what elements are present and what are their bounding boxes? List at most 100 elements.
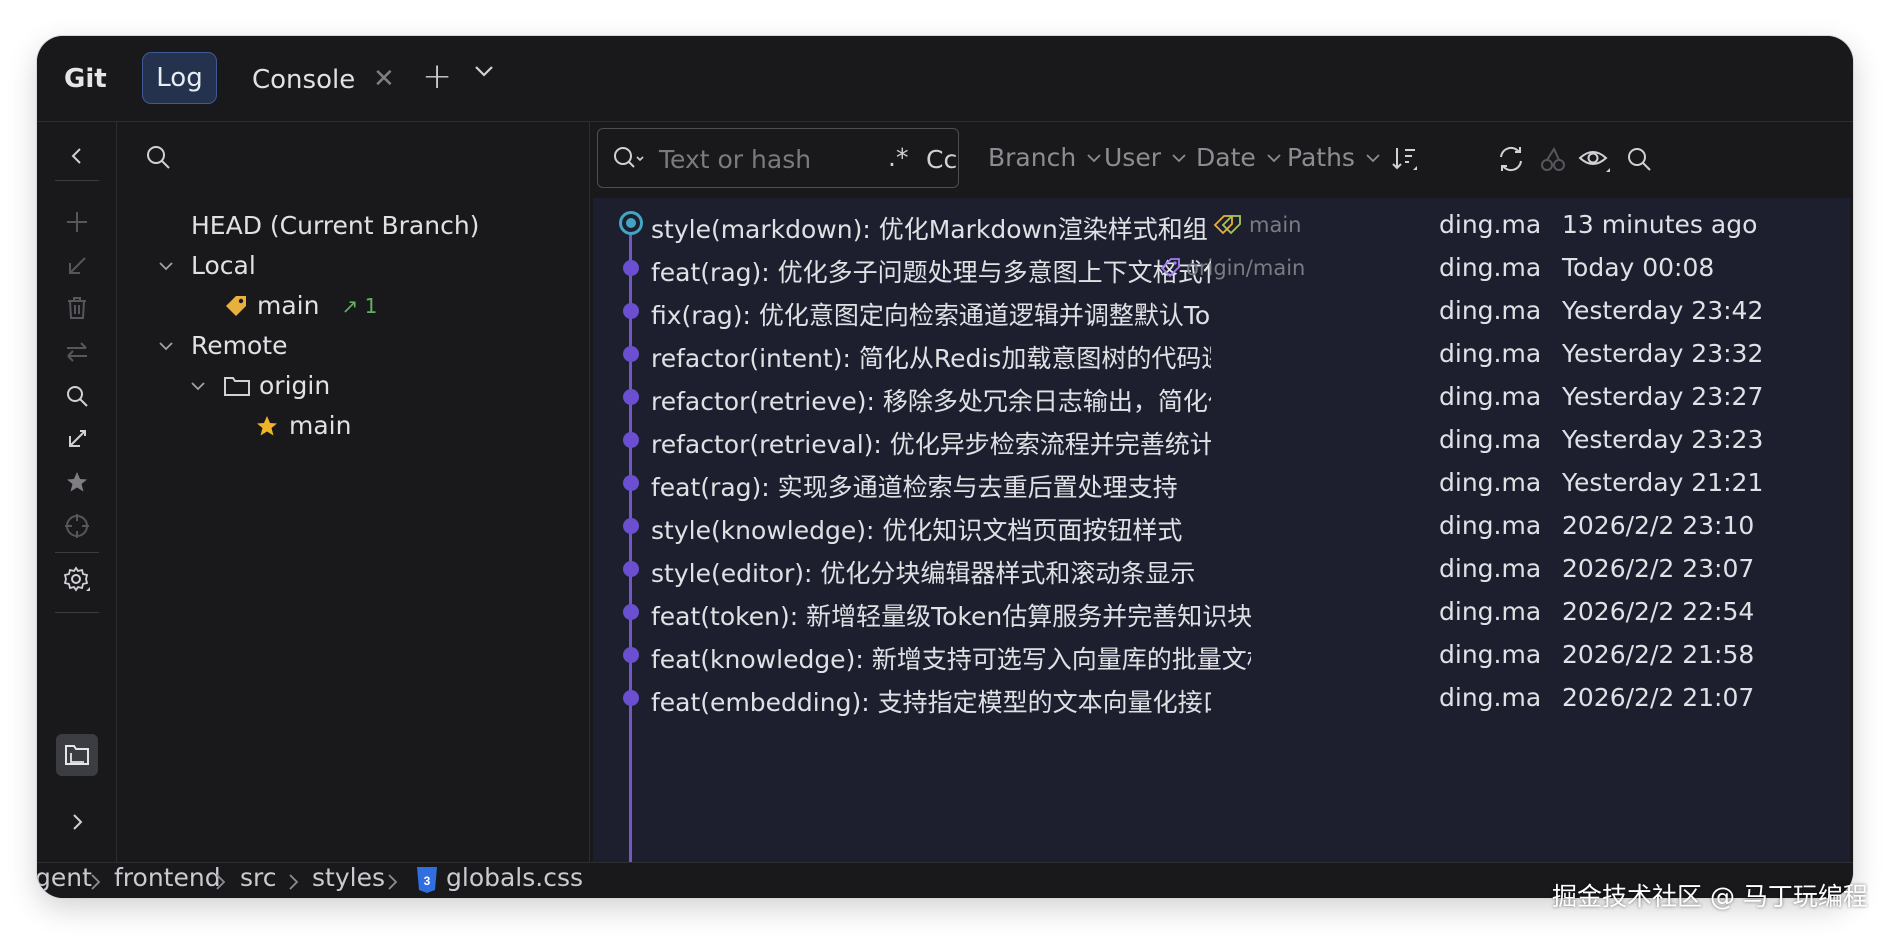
folder-tree-icon[interactable]	[63, 741, 91, 769]
commit-log-panel: Text or hash .* Cc Branch User Date Path…	[590, 122, 1853, 862]
commit-node	[623, 475, 639, 491]
breadcrumb-src[interactable]: src	[240, 863, 277, 892]
commit-date: 2026/2/2 22:54	[1562, 597, 1755, 626]
update-icon[interactable]	[63, 252, 91, 280]
regex-toggle[interactable]: .*	[888, 143, 908, 172]
breadcrumb-file[interactable]: globals.css	[446, 863, 583, 892]
star-icon[interactable]	[63, 468, 91, 496]
commit-node	[623, 346, 639, 362]
commit-date: Yesterday 23:27	[1562, 382, 1764, 411]
breadcrumb-project[interactable]: gent	[37, 863, 92, 892]
match-case-toggle[interactable]: Cc	[926, 145, 957, 174]
commit-author: ding.ma	[1439, 597, 1542, 626]
svg-text:3: 3	[424, 874, 431, 888]
commit-author: ding.ma	[1439, 253, 1542, 282]
chevron-right-icon	[386, 869, 400, 898]
css-file-icon: 3	[415, 866, 439, 898]
compare-icon[interactable]	[63, 338, 91, 366]
collapse-left-icon[interactable]	[63, 142, 91, 170]
chevron-down-icon	[1266, 150, 1282, 166]
commit-message: fix(rag): 优化意图定向检索通道逻辑并调整默认TopK值	[651, 301, 1211, 330]
branch-filter-label: Branch	[988, 143, 1077, 172]
tree-item-remote[interactable]: Remote	[157, 331, 287, 360]
date-filter[interactable]: Date	[1196, 143, 1282, 172]
commit-date: Today 00:08	[1562, 253, 1715, 282]
commit-date: 2026/2/2 23:10	[1562, 511, 1755, 540]
commit-date: 2026/2/2 21:07	[1562, 683, 1755, 712]
commit-message: style(knowledge): 优化知识文档页面按钮样式	[651, 516, 1183, 545]
chevron-right-icon	[89, 869, 103, 898]
remote-label: Remote	[191, 331, 288, 360]
tag-icon	[1213, 214, 1245, 236]
ahead-count: 1	[364, 293, 378, 318]
tree-item-local-main[interactable]: main ↗ 1	[223, 291, 377, 320]
left-toolbar	[37, 122, 117, 862]
commit-message: feat(embedding): 支持指定模型的文本向量化接口	[651, 688, 1211, 717]
new-branch-icon[interactable]	[63, 208, 91, 236]
branches-panel: HEAD (Current Branch) Local main ↗ 1 Rem…	[117, 122, 590, 862]
gear-icon[interactable]	[63, 566, 91, 594]
ref-name: main	[1249, 213, 1302, 237]
commit-date: Yesterday 21:21	[1562, 468, 1764, 497]
commit-author: ding.ma	[1439, 640, 1542, 669]
paths-filter[interactable]: Paths	[1287, 143, 1381, 172]
tree-item-local[interactable]: Local	[157, 251, 256, 280]
commit-message: style(markdown): 优化Markdown渲染样式和组件交互体验	[651, 215, 1207, 244]
chevron-right-icon	[214, 869, 228, 898]
plus-icon[interactable]: +	[422, 56, 452, 97]
commit-node	[623, 260, 639, 276]
tree-item-remote-main[interactable]: main	[255, 411, 351, 440]
folder-icon	[223, 374, 251, 398]
commit-author: ding.ma	[1439, 511, 1542, 540]
log-search-input[interactable]: Text or hash .* Cc	[597, 128, 959, 188]
search-icon[interactable]	[1622, 142, 1656, 176]
tag-icon	[1160, 257, 1182, 279]
chevron-down-icon[interactable]	[189, 377, 209, 395]
chevron-down-icon[interactable]	[157, 257, 177, 275]
tool-window-tabbar: Git Log Console ✕ +	[37, 36, 1853, 122]
branch-filter[interactable]: Branch	[988, 143, 1102, 172]
commit-author: ding.ma	[1439, 554, 1542, 583]
commit-node	[623, 690, 639, 706]
commit-message: feat(token): 新增轻量级Token估算服务并完善知识块Token统计	[651, 602, 1251, 631]
locate-icon[interactable]	[63, 512, 91, 540]
branch-search-icon[interactable]	[145, 144, 171, 174]
commit-node	[623, 604, 639, 620]
ref-label: origin/main	[1160, 256, 1305, 280]
commit-node	[623, 303, 639, 319]
head-label: HEAD (Current Branch)	[191, 211, 480, 240]
chevron-down-icon[interactable]	[473, 60, 495, 86]
tab-console[interactable]: Console	[252, 65, 355, 95]
ref-name: origin/main	[1186, 256, 1306, 280]
commit-author: ding.ma	[1439, 339, 1542, 368]
tab-log[interactable]: Log	[142, 52, 217, 104]
tree-item-origin[interactable]: origin	[189, 371, 330, 400]
remote-main-label: main	[289, 411, 352, 440]
chevron-down-icon[interactable]	[157, 337, 177, 355]
user-filter[interactable]: User	[1104, 143, 1187, 172]
commit-node	[623, 647, 639, 663]
cherry-pick-icon[interactable]	[1536, 142, 1570, 176]
refresh-icon[interactable]	[1494, 142, 1528, 176]
tree-item-head[interactable]: HEAD (Current Branch)	[191, 211, 479, 240]
commit-message: refactor(intent): 简化从Redis加载意图树的代码逻辑	[651, 344, 1211, 373]
delete-icon[interactable]	[63, 294, 91, 322]
pull-icon[interactable]	[63, 425, 91, 453]
search-options-icon[interactable]	[612, 145, 646, 175]
commit-date: Yesterday 23:42	[1562, 296, 1764, 325]
chevron-down-icon	[1086, 150, 1102, 166]
commit-row[interactable]: feat(embedding): 支持指定模型的文本向量化接口 ding.ma …	[593, 672, 1850, 724]
commit-author: ding.ma	[1439, 468, 1542, 497]
commit-date: 13 minutes ago	[1562, 210, 1758, 239]
breadcrumb-styles[interactable]: styles	[312, 863, 385, 892]
expand-right-icon[interactable]	[63, 808, 91, 836]
close-icon[interactable]: ✕	[373, 64, 395, 94]
sort-icon[interactable]	[1387, 142, 1421, 176]
search-icon[interactable]	[63, 382, 91, 410]
commit-date: 2026/2/2 23:07	[1562, 554, 1755, 583]
commit-date: 2026/2/2 21:58	[1562, 640, 1755, 669]
commit-author: ding.ma	[1439, 210, 1542, 239]
commit-author: ding.ma	[1439, 382, 1542, 411]
eye-icon[interactable]	[1578, 142, 1612, 176]
breadcrumb-frontend[interactable]: frontend	[114, 863, 221, 892]
